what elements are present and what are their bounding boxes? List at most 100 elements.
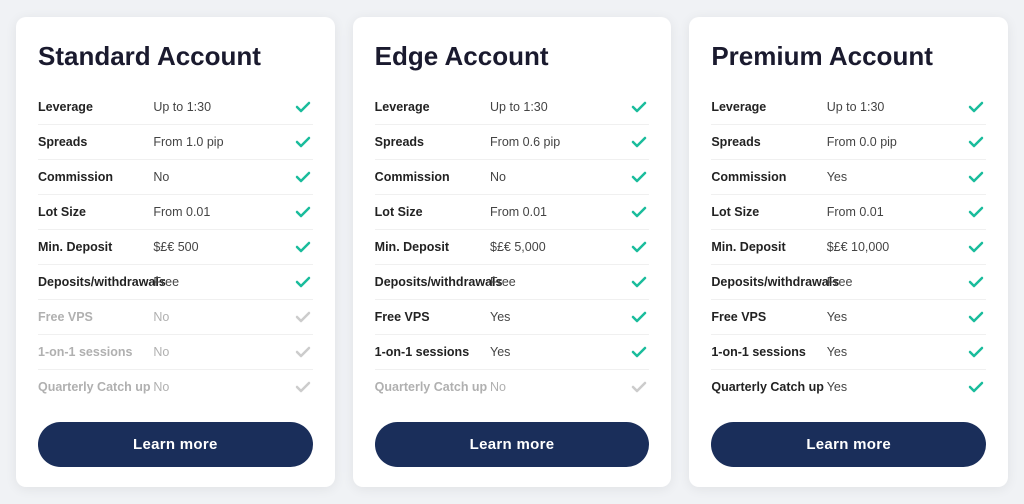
check-svg-green <box>967 238 985 256</box>
standard-feature-row-3: Lot SizeFrom 0.01 <box>38 195 313 230</box>
check-svg-green <box>294 168 312 186</box>
premium-feature-row-3: Lot SizeFrom 0.01 <box>711 195 986 230</box>
check-svg-green <box>630 343 648 361</box>
check-green-icon <box>293 97 313 117</box>
premium-feature-value-6: Yes <box>827 310 966 324</box>
check-svg-gray <box>630 378 648 396</box>
check-green-icon <box>293 167 313 187</box>
edge-feature-row-8: Quarterly Catch upNo <box>375 370 650 404</box>
standard-learn-more-button[interactable]: Learn more <box>38 422 313 467</box>
premium-learn-more-button[interactable]: Learn more <box>711 422 986 467</box>
premium-feature-label-5: Deposits/withdrawals <box>711 275 826 289</box>
edge-feature-value-1: From 0.6 pip <box>490 135 629 149</box>
check-svg-gray <box>294 308 312 326</box>
check-green-icon <box>629 97 649 117</box>
premium-feature-value-0: Up to 1:30 <box>827 100 966 114</box>
check-green-icon <box>629 307 649 327</box>
premium-feature-value-1: From 0.0 pip <box>827 135 966 149</box>
check-svg-green <box>967 343 985 361</box>
premium-feature-label-8: Quarterly Catch up <box>711 380 826 394</box>
check-green-icon <box>966 272 986 292</box>
premium-feature-value-5: Free <box>827 275 966 289</box>
edge-feature-label-0: Leverage <box>375 100 490 114</box>
check-svg-green <box>294 273 312 291</box>
standard-features-list: LeverageUp to 1:30 SpreadsFrom 1.0 pip C… <box>38 90 313 404</box>
premium-feature-label-4: Min. Deposit <box>711 240 826 254</box>
premium-title: Premium Account <box>711 41 986 72</box>
check-svg-green <box>967 98 985 116</box>
premium-feature-row-2: CommissionYes <box>711 160 986 195</box>
standard-feature-value-4: $£€ 500 <box>153 240 292 254</box>
check-svg-green <box>630 238 648 256</box>
edge-feature-label-5: Deposits/withdrawals <box>375 275 490 289</box>
standard-feature-value-8: No <box>153 380 292 394</box>
premium-feature-row-7: 1-on-1 sessionsYes <box>711 335 986 370</box>
check-svg-green <box>294 133 312 151</box>
check-gray-icon <box>293 342 313 362</box>
standard-feature-value-5: Free <box>153 275 292 289</box>
edge-learn-more-button[interactable]: Learn more <box>375 422 650 467</box>
check-svg-green <box>294 203 312 221</box>
standard-feature-value-0: Up to 1:30 <box>153 100 292 114</box>
check-green-icon <box>966 307 986 327</box>
edge-feature-row-3: Lot SizeFrom 0.01 <box>375 195 650 230</box>
check-green-icon <box>966 167 986 187</box>
edge-feature-label-6: Free VPS <box>375 310 490 324</box>
edge-feature-value-0: Up to 1:30 <box>490 100 629 114</box>
edge-feature-row-6: Free VPSYes <box>375 300 650 335</box>
premium-feature-row-1: SpreadsFrom 0.0 pip <box>711 125 986 160</box>
check-svg-green <box>294 98 312 116</box>
standard-feature-label-2: Commission <box>38 170 153 184</box>
edge-feature-row-0: LeverageUp to 1:30 <box>375 90 650 125</box>
check-svg-green <box>967 203 985 221</box>
premium-feature-value-2: Yes <box>827 170 966 184</box>
premium-feature-value-4: $£€ 10,000 <box>827 240 966 254</box>
standard-title: Standard Account <box>38 41 313 72</box>
check-svg-green <box>630 273 648 291</box>
premium-feature-row-8: Quarterly Catch upYes <box>711 370 986 404</box>
premium-feature-label-3: Lot Size <box>711 205 826 219</box>
premium-feature-label-1: Spreads <box>711 135 826 149</box>
edge-feature-value-3: From 0.01 <box>490 205 629 219</box>
standard-feature-label-6: Free VPS <box>38 310 153 324</box>
standard-feature-row-5: Deposits/withdrawalsFree <box>38 265 313 300</box>
standard-feature-value-7: No <box>153 345 292 359</box>
standard-feature-row-1: SpreadsFrom 1.0 pip <box>38 125 313 160</box>
check-green-icon <box>629 132 649 152</box>
premium-feature-label-7: 1-on-1 sessions <box>711 345 826 359</box>
standard-feature-label-7: 1-on-1 sessions <box>38 345 153 359</box>
edge-feature-value-5: Free <box>490 275 629 289</box>
check-gray-icon <box>293 307 313 327</box>
premium-feature-row-4: Min. Deposit$£€ 10,000 <box>711 230 986 265</box>
premium-feature-row-6: Free VPSYes <box>711 300 986 335</box>
edge-feature-label-1: Spreads <box>375 135 490 149</box>
standard-feature-label-1: Spreads <box>38 135 153 149</box>
edge-feature-label-7: 1-on-1 sessions <box>375 345 490 359</box>
edge-feature-value-8: No <box>490 380 629 394</box>
edge-feature-label-3: Lot Size <box>375 205 490 219</box>
standard-feature-label-8: Quarterly Catch up <box>38 380 153 394</box>
premium-feature-row-0: LeverageUp to 1:30 <box>711 90 986 125</box>
standard-feature-label-3: Lot Size <box>38 205 153 219</box>
check-green-icon <box>966 237 986 257</box>
edge-feature-row-5: Deposits/withdrawalsFree <box>375 265 650 300</box>
edge-feature-value-7: Yes <box>490 345 629 359</box>
check-green-icon <box>293 237 313 257</box>
check-green-icon <box>629 167 649 187</box>
check-green-icon <box>629 237 649 257</box>
edge-feature-value-4: $£€ 5,000 <box>490 240 629 254</box>
premium-feature-label-0: Leverage <box>711 100 826 114</box>
check-gray-icon <box>293 377 313 397</box>
check-green-icon <box>966 202 986 222</box>
premium-feature-value-3: From 0.01 <box>827 205 966 219</box>
check-svg-green <box>967 273 985 291</box>
standard-feature-value-3: From 0.01 <box>153 205 292 219</box>
edge-feature-label-4: Min. Deposit <box>375 240 490 254</box>
standard-feature-label-5: Deposits/withdrawals <box>38 275 153 289</box>
standard-feature-row-2: CommissionNo <box>38 160 313 195</box>
edge-feature-row-2: CommissionNo <box>375 160 650 195</box>
check-svg-green <box>630 308 648 326</box>
edge-feature-row-4: Min. Deposit$£€ 5,000 <box>375 230 650 265</box>
edge-title: Edge Account <box>375 41 650 72</box>
check-green-icon <box>293 272 313 292</box>
